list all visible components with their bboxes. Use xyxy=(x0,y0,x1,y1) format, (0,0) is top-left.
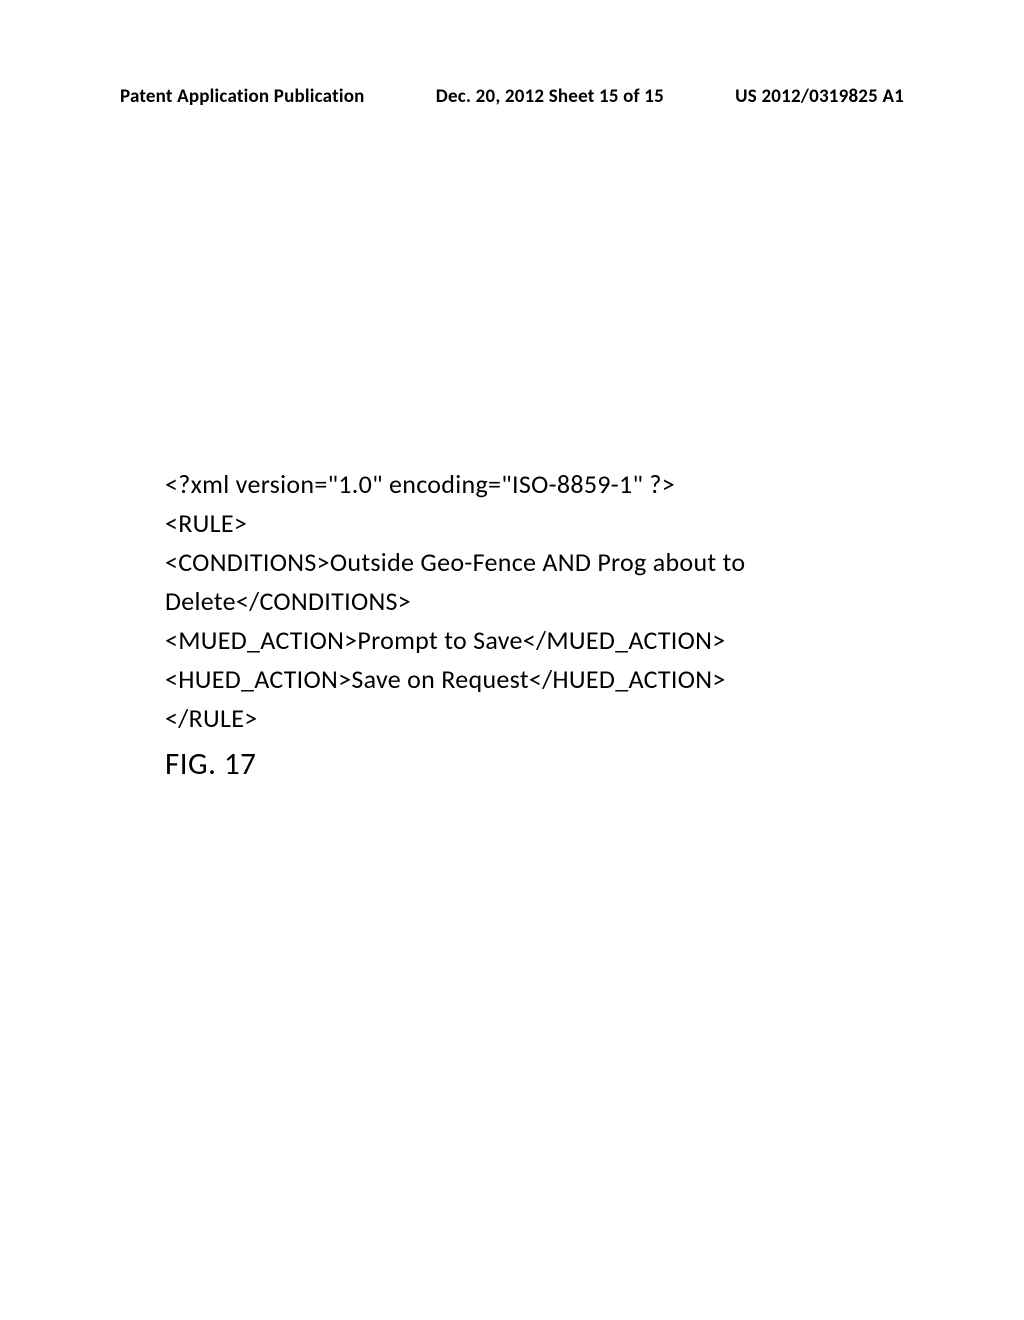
xml-line: <MUED_ACTION>Prompt to Save</MUED_ACTION… xyxy=(165,621,859,660)
xml-line: <RULE> xyxy=(165,504,859,543)
page-header: Patent Application Publication Dec. 20, … xyxy=(0,85,1024,108)
header-patent-number: US 2012/0319825 A1 xyxy=(735,85,904,108)
header-publication-type: Patent Application Publication xyxy=(120,85,365,108)
xml-line: Delete</CONDITIONS> xyxy=(165,582,859,621)
xml-code-block: <?xml version="1.0" encoding="ISO-8859-1… xyxy=(165,465,859,738)
figure-label: FIG. 17 xyxy=(165,745,256,783)
xml-line: </RULE> xyxy=(165,699,859,738)
header-date-sheet: Dec. 20, 2012 Sheet 15 of 15 xyxy=(436,85,664,108)
xml-line: <?xml version="1.0" encoding="ISO-8859-1… xyxy=(165,465,859,504)
xml-line: <CONDITIONS>Outside Geo-Fence AND Prog a… xyxy=(165,543,859,582)
xml-line: <HUED_ACTION>Save on Request</HUED_ACTIO… xyxy=(165,660,859,699)
